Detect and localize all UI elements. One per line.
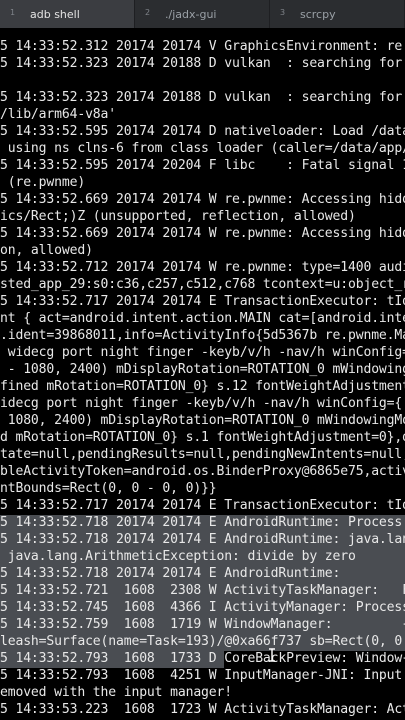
tab-scrcpy[interactable]: 3 scrcpy (270, 0, 405, 28)
terminal-output[interactable]: 5 14:33:52.312 20174 20174 V GraphicsEnv… (0, 28, 405, 720)
log-line: fined mRotation=ROTATION_0} s.12 fontWei… (0, 379, 405, 394)
log-line: /lib/arm64-v8a' (0, 107, 116, 122)
log-line: bleActivityToken=android.os.BinderProxy@… (0, 464, 405, 479)
log-line: 5 14:33:52.745 1608 4366 I ActivityManag… (0, 600, 405, 615)
log-line: 5 14:33:52.718 20174 20174 E AndroidRunt… (0, 566, 405, 581)
log-line: 5 14:33:52.323 20174 20188 D vulkan : se… (0, 56, 405, 71)
log-line: using ns clns-6 from class loader (calle… (0, 141, 405, 156)
log-line: 1080, 2400) mDisplayRotation=ROTATION_0 … (0, 413, 405, 428)
log-line: 5 14:33:52.669 20174 20174 W re.pwnme: A… (0, 192, 405, 207)
log-line: emoved with the input manager! (0, 685, 232, 700)
log-line: .ident=39868011,info=ActivityInfo{5d5367… (0, 328, 405, 343)
log-line: 5 14:33:52.717 20174 20174 E Transaction… (0, 294, 405, 309)
log-line: (re.pwnme) (0, 175, 86, 190)
log-line: 5 14:33:52.323 20174 20188 D vulkan : se… (0, 90, 405, 105)
tab-label: adb shell (30, 7, 80, 21)
log-line: 5 14:33:52.793 1608 1733 D CoreBackPrevi… (0, 651, 405, 666)
log-line: 5 14:33:52.669 20174 20174 W re.pwnme: A… (0, 226, 405, 241)
terminal-window: 1 adb shell 2 ./jadx-gui 3 scrcpy 5 14:3… (0, 0, 405, 720)
tab-label: ./jadx-gui (165, 7, 217, 21)
log-line: tate=null,pendingResults=null,pendingNew… (0, 447, 405, 462)
tab-number: 2 (145, 8, 151, 17)
log-line: idecg port night finger -keyb/v/h -nav/h… (0, 396, 405, 411)
log-line: 5 14:33:53.223 1608 1723 W ActivityTaskM… (0, 702, 405, 717)
log-line: - 1080, 2400) mDisplayRotation=ROTATION_… (0, 362, 405, 377)
log-line: 5 14:33:52.712 20174 20174 W re.pwnme: t… (0, 260, 405, 275)
tab-number: 3 (280, 8, 286, 17)
tab-number: 1 (10, 8, 16, 17)
log-line: ics/Rect;)Z (unsupported, reflection, al… (0, 209, 356, 224)
log-line: 5 14:33:52.595 20174 20204 F libc : Fata… (0, 158, 405, 173)
log-line: d mRotation=ROTATION_0} s.1 fontWeightAd… (0, 430, 405, 445)
tab-jadx-gui[interactable]: 2 ./jadx-gui (135, 0, 270, 28)
log-line: 5 14:33:52.718 20174 20174 E AndroidRunt… (0, 515, 405, 530)
log-line: 5 14:33:52.595 20174 20174 D nativeloade… (0, 124, 405, 139)
log-line: nt { act=android.intent.action.MAIN cat=… (0, 311, 405, 326)
tab-bar: 1 adb shell 2 ./jadx-gui 3 scrcpy (0, 0, 405, 29)
log-line: ntBounds=Rect(0, 0 - 0, 0)}} (0, 481, 217, 496)
log-line: 5 14:33:52.718 20174 20174 E AndroidRunt… (0, 532, 405, 547)
log-line: on, allowed) (0, 243, 93, 258)
log-line: 5 14:33:52.312 20174 20174 V GraphicsEnv… (0, 39, 405, 54)
log-line: 5 14:33:52.717 20174 20174 E Transaction… (0, 498, 405, 513)
log-line: 5 14:33:52.721 1608 2308 W ActivityTaskM… (0, 583, 405, 598)
tab-label: scrcpy (300, 7, 336, 21)
log-line: 5 14:33:52.759 1608 1719 W WindowManager… (0, 617, 405, 632)
log-line: widecg port night finger -keyb/v/h -nav/… (0, 345, 405, 360)
text-cursor-icon (269, 648, 275, 662)
tab-adb-shell[interactable]: 1 adb shell (0, 0, 135, 28)
log-line: leash=Surface(name=Task=193)/@0xa66f737 … (0, 634, 405, 649)
log-line: 5 14:33:52.793 1608 4251 W InputManager-… (0, 668, 405, 683)
log-line: sted_app_29:s0:c36,c257,c512,c768 tconte… (0, 277, 405, 292)
log-line: java.lang.ArithmeticException: divide by… (0, 549, 356, 564)
